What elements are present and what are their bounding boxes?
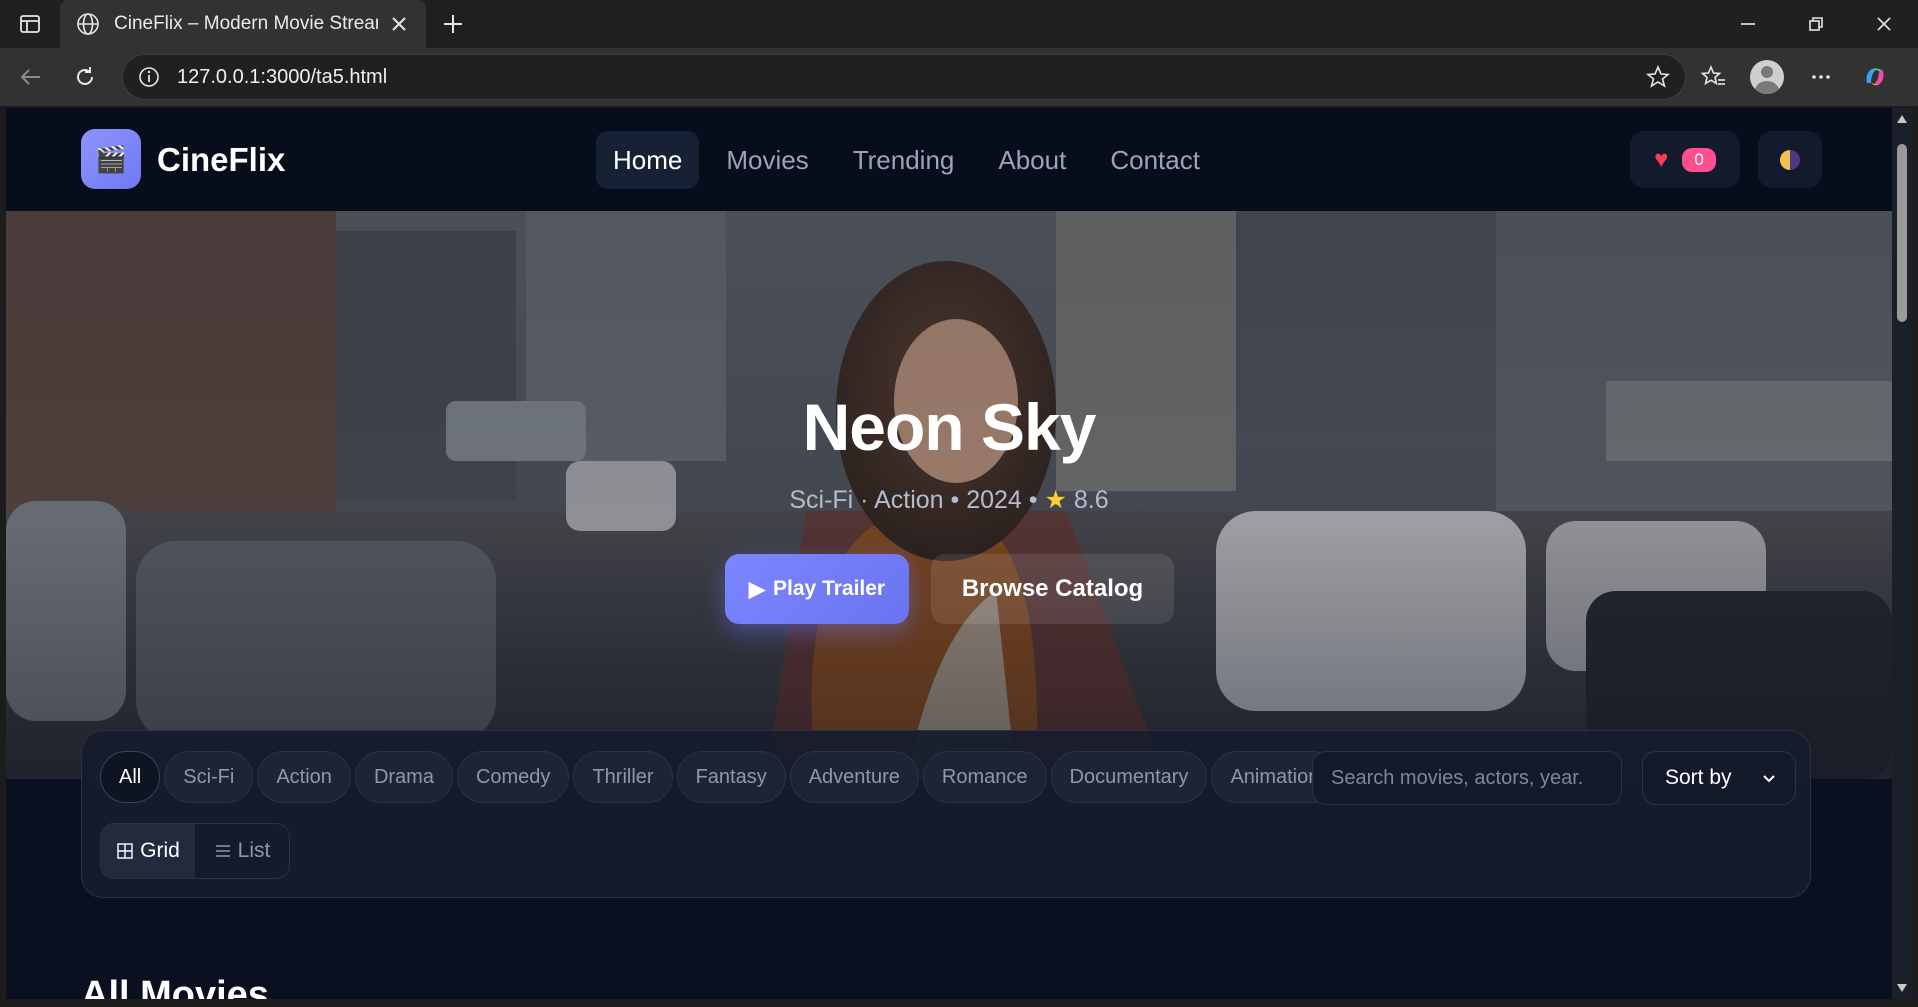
restore-button[interactable] [1782, 0, 1850, 48]
logo[interactable]: 🎬 [81, 129, 141, 189]
genre-chip-thriller[interactable]: Thriller [573, 751, 673, 803]
hero-rating: 8.6 [1073, 486, 1109, 514]
nav-item-about[interactable]: About [981, 131, 1083, 189]
hero-title: Neon Sky [802, 390, 1097, 464]
favorites-button[interactable]: ♥ 0 [1630, 131, 1740, 188]
browser-toolbar: 127.0.0.1:3000/ta5.html [0, 48, 1918, 106]
genre-chip-fantasy[interactable]: Fantasy [676, 751, 786, 803]
list-icon [215, 845, 230, 857]
favorites-count-badge: 0 [1682, 147, 1716, 172]
scrollbar-thumb[interactable] [1897, 144, 1907, 322]
main-nav: Home Movies Trending About Contact [596, 131, 1217, 189]
play-icon: ▶ [748, 577, 766, 601]
view-grid-button[interactable]: Grid [101, 824, 195, 878]
reload-button[interactable] [62, 54, 108, 100]
nav-item-home[interactable]: Home [596, 131, 700, 189]
sort-select[interactable]: Sort by [1642, 751, 1796, 805]
favorites-button[interactable] [1686, 54, 1740, 100]
filter-panel: All Sci-Fi Action Drama Comedy Thriller … [81, 730, 1811, 898]
genre-chip-comedy[interactable]: Comedy [456, 751, 570, 803]
copilot-button[interactable] [1848, 54, 1902, 100]
close-tab-icon[interactable] [388, 13, 410, 35]
genre-chip-sci-fi[interactable]: Sci-Fi [164, 751, 254, 803]
chevron-down-icon [1763, 775, 1775, 783]
profile-button[interactable] [1740, 54, 1794, 100]
hero-meta: Sci-Fi · Action • 2024 • ★ 8.6 [6, 485, 1892, 515]
reload-icon [77, 67, 93, 85]
browser-tab[interactable]: CineFlix – Modern Movie Streaming [60, 0, 426, 48]
heart-icon: ♥ [1654, 145, 1669, 173]
more-menu-button[interactable] [1794, 54, 1848, 100]
theme-icon [1780, 149, 1800, 170]
scroll-up-icon[interactable] [1896, 114, 1908, 124]
genre-chips: All Sci-Fi Action Drama Comedy Thriller … [100, 751, 1339, 803]
play-trailer-label: Play Trailer [773, 577, 886, 600]
hero-banner: Neon Sky Sci-Fi · Action • 2024 • ★ 8.6 … [6, 211, 1892, 779]
close-icon [1877, 17, 1891, 31]
genre-chip-action[interactable]: Action [257, 751, 351, 803]
minimize-icon [1741, 23, 1755, 25]
restore-icon [1809, 17, 1823, 31]
close-window-button[interactable] [1850, 0, 1918, 48]
more-dots-icon [1812, 75, 1830, 79]
bookmark-star-icon[interactable] [1645, 64, 1671, 90]
section-title: All Movies [81, 974, 269, 999]
page-scrollbar[interactable] [1892, 108, 1912, 999]
view-toggle: Grid List [100, 823, 290, 879]
globe-icon [77, 13, 99, 35]
favorites-icon [1700, 64, 1725, 86]
nav-item-contact[interactable]: Contact [1093, 131, 1217, 189]
nav-item-trending[interactable]: Trending [836, 131, 972, 189]
tab-title: CineFlix – Modern Movie Streaming [114, 13, 378, 34]
search-input[interactable]: Search movies, actors, year. [1312, 751, 1622, 805]
star-icon: ★ [1044, 486, 1067, 514]
back-button[interactable] [8, 54, 54, 100]
address-bar[interactable]: 127.0.0.1:3000/ta5.html [122, 54, 1686, 100]
clapperboard-icon: 🎬 [94, 143, 128, 174]
view-grid-label: Grid [140, 839, 180, 862]
genre-chip-adventure[interactable]: Adventure [789, 751, 919, 803]
avatar [1750, 60, 1784, 94]
page-viewport: 🎬 CineFlix Home Movies Trending About Co… [6, 108, 1892, 999]
minimize-button[interactable] [1714, 0, 1782, 48]
view-list-button[interactable]: List [195, 824, 289, 878]
scroll-down-icon[interactable] [1896, 983, 1908, 993]
hero-genres-year: Sci-Fi · Action • 2024 • [789, 486, 1038, 514]
brand-name[interactable]: CineFlix [157, 141, 285, 179]
view-list-label: List [237, 839, 271, 862]
new-tab-button[interactable] [426, 0, 480, 48]
browser-titlebar: CineFlix – Modern Movie Streaming [0, 0, 1918, 48]
nav-item-movies[interactable]: Movies [709, 131, 825, 189]
genre-chip-drama[interactable]: Drama [354, 751, 453, 803]
copilot-icon [1866, 68, 1884, 86]
genre-chip-romance[interactable]: Romance [922, 751, 1047, 803]
grid-icon [117, 843, 133, 859]
sort-label: Sort by [1665, 766, 1732, 789]
arrow-left-icon [20, 69, 40, 85]
theme-toggle-button[interactable] [1758, 131, 1822, 188]
site-header: 🎬 CineFlix Home Movies Trending About Co… [6, 108, 1892, 211]
genre-chip-all[interactable]: All [100, 751, 161, 803]
genre-chip-documentary[interactable]: Documentary [1050, 751, 1208, 803]
info-icon[interactable] [137, 65, 161, 89]
sidebar-toggle-icon[interactable] [0, 0, 60, 48]
url-text[interactable]: 127.0.0.1:3000/ta5.html [177, 66, 1645, 89]
browse-catalog-button[interactable]: Browse Catalog [931, 554, 1174, 624]
play-trailer-button[interactable]: ▶ Play Trailer [725, 554, 909, 624]
plus-icon [444, 15, 462, 33]
